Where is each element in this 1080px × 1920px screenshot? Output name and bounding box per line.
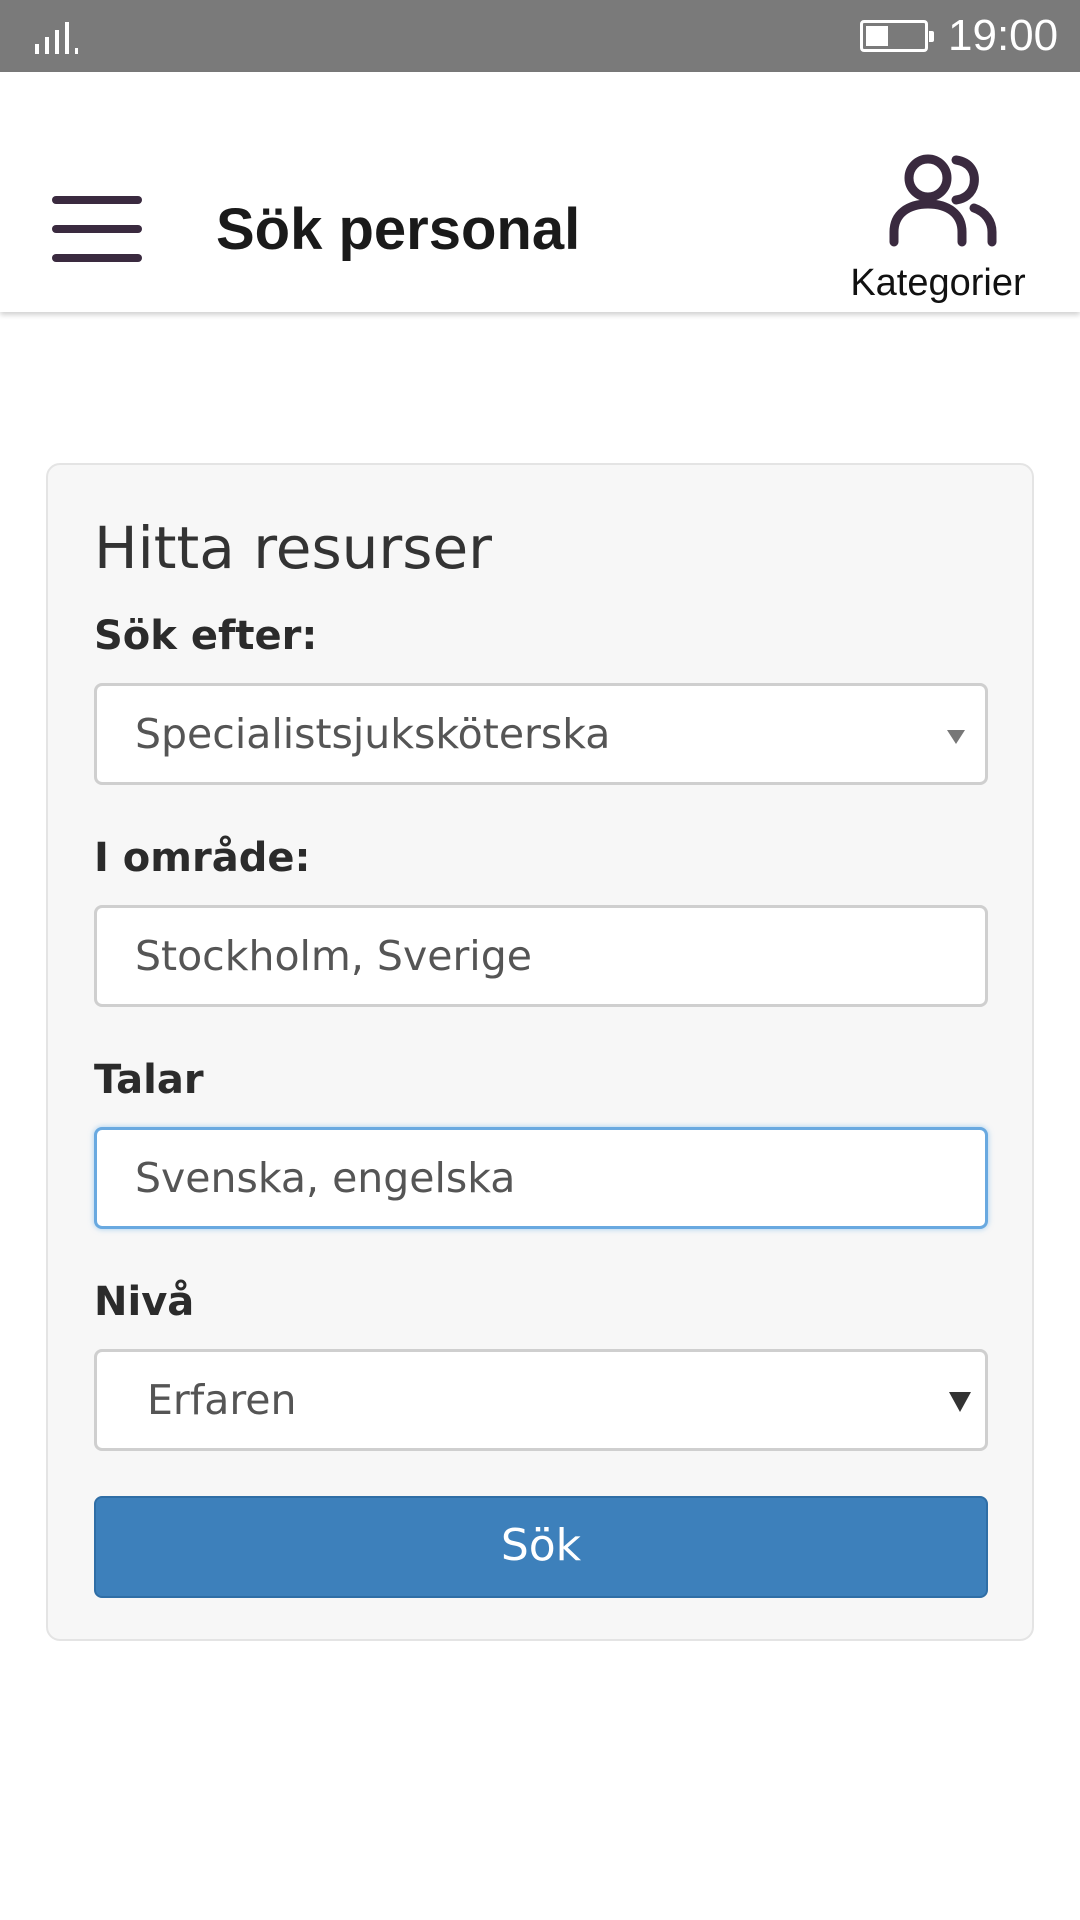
level-select[interactable]: Erfaren [94,1349,988,1451]
menu-icon [52,196,142,204]
caret-down-icon [949,1392,971,1412]
search-for-value: Specialistsjuksköterska [135,710,611,758]
area-input[interactable]: Stockholm, Sverige [94,905,988,1007]
search-for-select[interactable]: Specialistsjuksköterska [94,683,988,785]
area-label: I område: [94,835,311,881]
speaks-label: Talar [94,1057,204,1103]
area-value: Stockholm, Sverige [135,932,532,980]
speaks-value: Svenska, engelska [135,1154,516,1202]
chevron-down-icon [947,730,965,744]
speaks-input[interactable]: Svenska, engelska [94,1127,988,1229]
search-button[interactable]: Sök [94,1496,988,1598]
menu-button[interactable] [52,196,142,262]
battery-icon [860,20,934,52]
battery-level [866,26,888,46]
signal-icon [35,22,78,54]
level-label: Nivå [94,1279,195,1325]
level-value: Erfaren [147,1376,297,1424]
page-title: Sök personal [216,197,581,262]
people-icon [889,154,997,247]
status-bar: 19:00 [0,0,1080,72]
card-title: Hitta resurser [94,514,493,582]
search-for-label: Sök efter: [94,613,318,659]
categories-label: Kategorier [850,262,1026,304]
search-card: Hitta resurser Sök efter: Specialistsjuk… [46,463,1034,1641]
categories-button[interactable]: Kategorier [836,80,1040,312]
status-time: 19:00 [948,11,1059,60]
